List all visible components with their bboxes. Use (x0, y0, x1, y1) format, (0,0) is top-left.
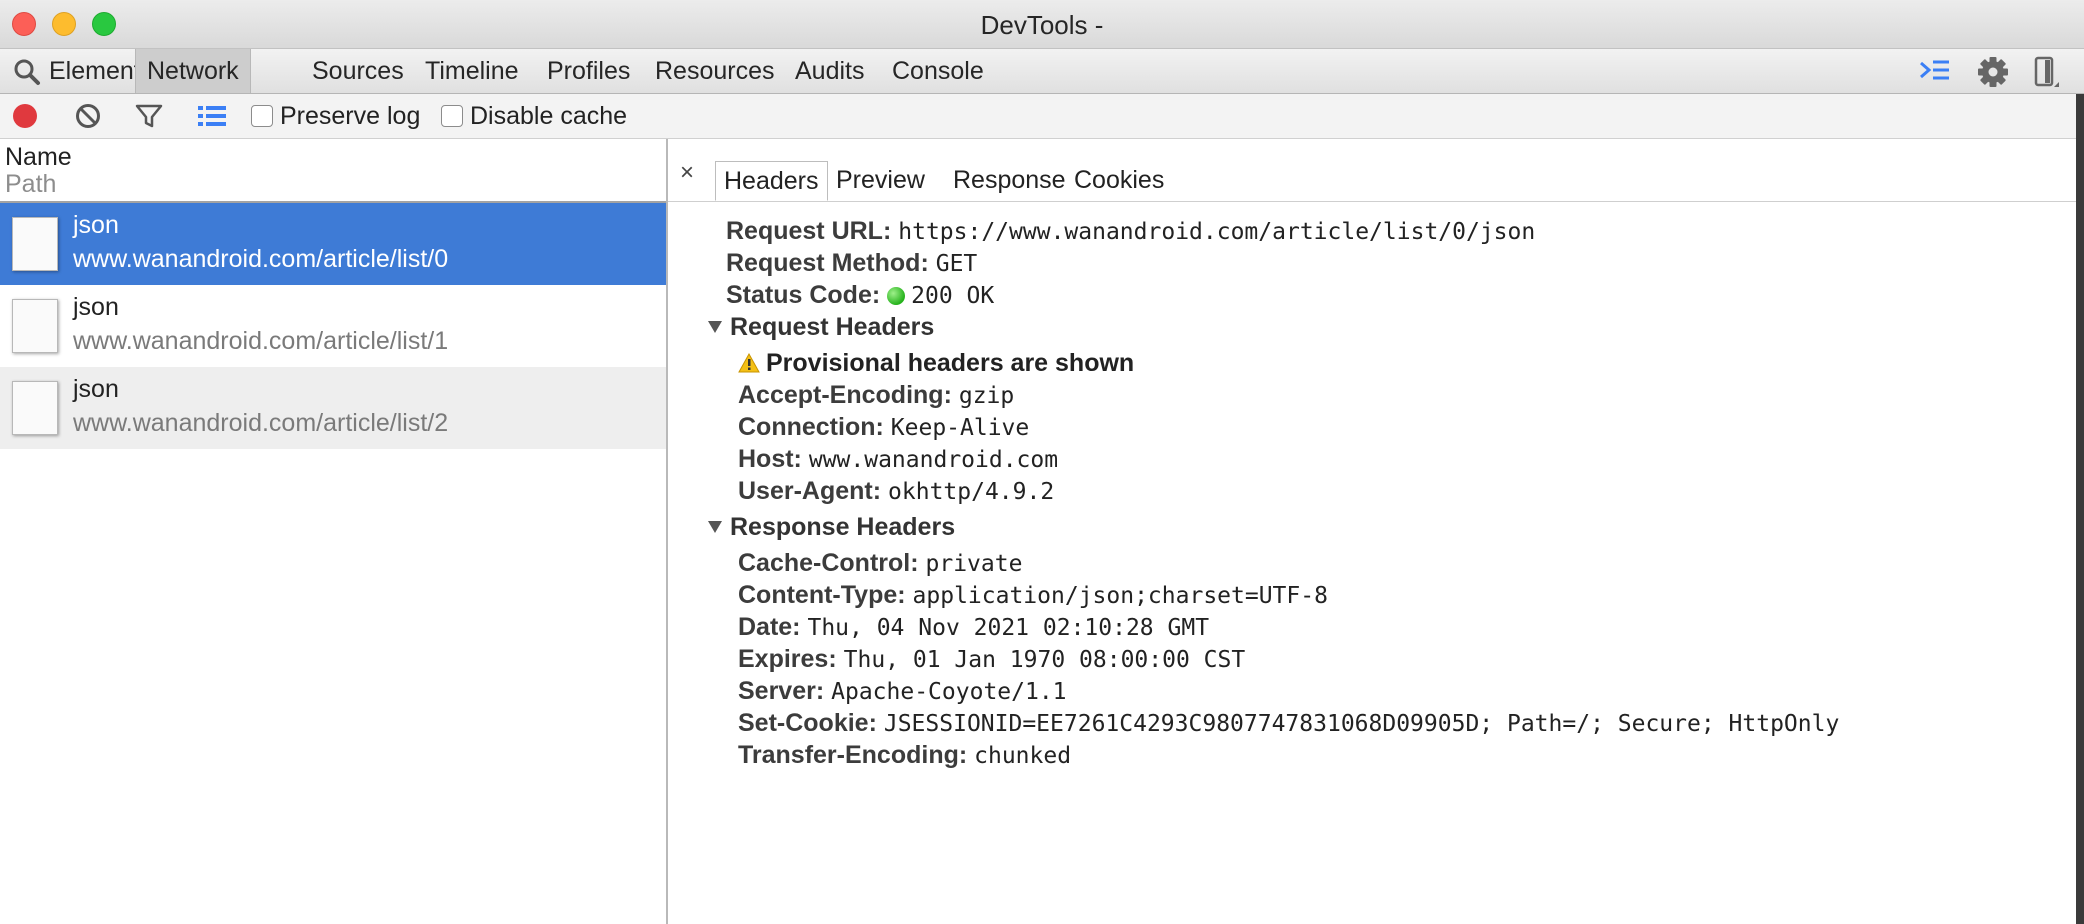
tab-headers[interactable]: Headers (715, 161, 828, 201)
header-value: chunked (974, 743, 1072, 769)
header-row: User-Agent: okhttp/4.9.2 (738, 477, 1054, 506)
tab-response[interactable]: Response (945, 161, 1074, 201)
header-row: Cache-Control: private (738, 549, 1022, 578)
tab-network[interactable]: Network (135, 49, 251, 93)
header-key: Host: (738, 445, 802, 473)
file-icon (12, 217, 58, 271)
header-row: Set-Cookie: JSESSIONID=EE7261C4293C98077… (738, 709, 1839, 738)
header-key: Cache-Control: (738, 549, 919, 577)
request-name: json (73, 211, 119, 239)
header-key: Accept-Encoding: (738, 381, 952, 409)
header-row: Accept-Encoding: gzip (738, 381, 1014, 410)
record-icon[interactable] (13, 104, 37, 128)
header-value: application/json;charset=UTF-8 (912, 583, 1328, 609)
header-value: https://www.wanandroid.com/article/list/… (898, 219, 1536, 245)
window-edge (2076, 94, 2084, 924)
drawer-toggle-icon[interactable] (1918, 57, 1952, 87)
triangle-down-icon (708, 321, 722, 333)
header-key: User-Agent: (738, 477, 882, 505)
tab-timeline[interactable]: Timeline (414, 49, 530, 93)
header-key: Set-Cookie: (738, 709, 877, 737)
tab-console[interactable]: Console (881, 49, 995, 93)
main-tab-bar: Elements Network Sources Timeline Profil… (0, 49, 2084, 94)
response-headers-section[interactable]: Response Headers (708, 513, 955, 542)
header-value: Apache-Coyote/1.1 (831, 679, 1067, 705)
header-row: Date: Thu, 04 Nov 2021 02:10:28 GMT (738, 613, 1209, 642)
preserve-log-label[interactable]: Preserve log (280, 102, 420, 131)
section-title: Request Headers (730, 313, 935, 341)
header-value: Thu, 04 Nov 2021 02:10:28 GMT (807, 615, 1210, 641)
request-name: json (73, 293, 119, 321)
request-row[interactable]: json www.wanandroid.com/article/list/0 (0, 203, 666, 285)
header-value: okhttp/4.9.2 (888, 479, 1055, 505)
devtools-window: DevTools - Elements Network Sources Time… (0, 0, 2084, 924)
header-key: Date: (738, 613, 801, 641)
large-rows-icon[interactable] (196, 102, 228, 130)
detail-tab-bar: × Headers Preview Response Cookies (668, 139, 2084, 202)
warning-text: Provisional headers are shown (766, 349, 1135, 377)
request-list-pane: Name Path json www.wanandroid.com/articl… (0, 139, 668, 924)
request-path: www.wanandroid.com/article/list/0 (73, 245, 449, 273)
request-row[interactable]: json www.wanandroid.com/article/list/1 (0, 285, 666, 367)
dock-side-icon[interactable] (2032, 55, 2060, 89)
warning-icon (738, 352, 760, 373)
header-key: Connection: (738, 413, 884, 441)
header-row: Transfer-Encoding: chunked (738, 741, 1071, 770)
tab-audits[interactable]: Audits (784, 49, 875, 93)
tab-sources[interactable]: Sources (301, 49, 415, 93)
header-key: Request Method: (726, 249, 929, 277)
preserve-log-checkbox[interactable] (251, 105, 273, 127)
tab-cookies[interactable]: Cookies (1066, 161, 1172, 201)
window-title: DevTools - (980, 10, 1104, 40)
request-method-row: Request Method: GET (726, 249, 977, 278)
header-key: Request URL: (726, 217, 892, 245)
header-value: JSESSIONID=EE7261C4293C9807747831068D099… (883, 711, 1840, 737)
close-icon[interactable]: × (680, 159, 694, 187)
column-path-label: Path (5, 170, 57, 198)
header-value: Thu, 01 Jan 1970 08:00:00 CST (843, 647, 1246, 673)
header-value: GET (935, 251, 978, 277)
request-row[interactable]: json www.wanandroid.com/article/list/2 (0, 367, 666, 449)
network-toolbar: Preserve log Disable cache (0, 94, 2084, 139)
file-icon (12, 381, 58, 435)
title-bar: DevTools - (0, 0, 2084, 49)
header-row: Content-Type: application/json;charset=U… (738, 581, 1328, 610)
header-row: Expires: Thu, 01 Jan 1970 08:00:00 CST (738, 645, 1245, 674)
file-icon (12, 299, 58, 353)
status-code-row: Status Code: 200 OK (726, 281, 994, 310)
header-row: Server: Apache-Coyote/1.1 (738, 677, 1067, 706)
tab-preview[interactable]: Preview (828, 161, 933, 201)
header-value: Keep-Alive (890, 415, 1030, 441)
status-dot-icon (887, 287, 906, 305)
tab-resources[interactable]: Resources (644, 49, 786, 93)
triangle-down-icon (708, 521, 722, 533)
clear-icon[interactable] (74, 102, 102, 130)
request-headers-section[interactable]: Request Headers (708, 313, 934, 342)
header-key: Expires: (738, 645, 837, 673)
section-title: Response Headers (730, 513, 956, 541)
header-value: www.wanandroid.com (808, 447, 1059, 473)
gear-icon[interactable] (1976, 55, 2010, 89)
request-path: www.wanandroid.com/article/list/1 (73, 327, 449, 355)
disable-cache-label[interactable]: Disable cache (470, 102, 627, 131)
header-value: 200 OK (911, 283, 995, 309)
request-url-row: Request URL: https://www.wanandroid.com/… (726, 217, 1535, 246)
header-value: gzip (958, 383, 1015, 409)
filter-icon[interactable] (134, 102, 164, 130)
request-detail-pane: × Headers Preview Response Cookies Reque… (668, 139, 2084, 924)
request-path: www.wanandroid.com/article/list/2 (73, 409, 449, 437)
list-column-header[interactable]: Name Path (0, 139, 666, 203)
header-key: Transfer-Encoding: (738, 741, 968, 769)
provisional-warning: Provisional headers are shown (738, 349, 1134, 378)
tab-profiles[interactable]: Profiles (536, 49, 641, 93)
request-name: json (73, 375, 119, 403)
disable-cache-checkbox[interactable] (441, 105, 463, 127)
column-name-label: Name (5, 143, 72, 171)
header-value: private (925, 551, 1023, 577)
header-row: Host: www.wanandroid.com (738, 445, 1058, 474)
header-key: Status Code: (726, 281, 881, 309)
header-key: Server: (738, 677, 825, 705)
header-row: Connection: Keep-Alive (738, 413, 1029, 442)
header-key: Content-Type: (738, 581, 906, 609)
